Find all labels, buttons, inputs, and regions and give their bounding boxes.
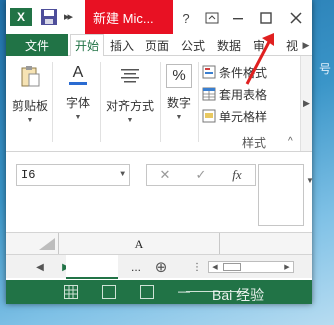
format-as-table-label: 套用表格 (219, 87, 268, 102)
minimize-icon (233, 18, 243, 20)
cell-styles-icon (202, 109, 216, 123)
help-button[interactable]: ? (176, 8, 196, 28)
excel-logo-icon[interactable]: X (10, 8, 32, 26)
format-table-icon (202, 87, 216, 101)
scroll-right-icon[interactable]: ▶ (282, 262, 292, 272)
number-label: 数字 (166, 96, 191, 110)
sheet-tabs-bar: ◀ ▶ ... ⊕ ⋮ ◀ ▶ (6, 254, 312, 279)
status-bar: — (6, 280, 312, 304)
group-divider (160, 62, 161, 142)
tab-page-layout[interactable]: 页面 (140, 34, 174, 56)
insert-function-icon[interactable]: fx (219, 167, 255, 183)
new-sheet-icon[interactable]: ⊕ (152, 259, 170, 276)
horizontal-scrollbar[interactable]: ◀ ▶ (208, 261, 294, 273)
chevron-down-icon[interactable]: ▼ (120, 170, 125, 179)
enter-icon[interactable]: ✓ (183, 167, 219, 183)
ribbon-display-icon (205, 12, 219, 24)
cancel-icon[interactable]: ✕ (147, 167, 183, 183)
tabs-scroll-right-icon[interactable]: ▶ (300, 34, 312, 56)
chevron-down-icon: ▼ (175, 114, 183, 121)
grid-icon (65, 286, 77, 298)
chevron-down-icon: ▼ (126, 117, 134, 124)
conditional-formatting-label: 条件格式 (219, 65, 268, 80)
scroll-left-icon[interactable]: ◀ (210, 262, 220, 272)
ribbon: 剪贴板 ▼ A 字体 ▼ 对齐方式 ▼ % 数字 ▼ 条件格式 套用表格 单元格… (6, 56, 312, 152)
number-group[interactable]: % 数字 ▼ (162, 60, 196, 121)
expand-formula-bar-icon[interactable]: ▼ (306, 176, 314, 185)
title-bar: X ▸▸ 新建 Mic... ? (6, 0, 312, 34)
save-icon[interactable] (40, 8, 58, 26)
close-button[interactable] (286, 8, 306, 28)
tab-insert[interactable]: 插入 (106, 34, 138, 56)
cell-styles-button[interactable]: 单元格样 (202, 106, 267, 126)
cell-styles-label: 单元格样 (219, 109, 268, 124)
font-color-icon: A (65, 64, 91, 88)
clipboard-label: 剪贴板 (11, 99, 48, 113)
window-title: 新建 Mic... (85, 0, 173, 34)
percent-icon: % (166, 64, 192, 88)
scroll-sheets-left-icon[interactable]: ◀ (34, 259, 46, 275)
group-divider (198, 62, 199, 142)
watermark: Bai 经验 (212, 287, 265, 303)
column-header-row: A (6, 232, 312, 255)
format-as-table-button[interactable]: 套用表格 (202, 84, 267, 104)
ribbon-scroll-right-icon[interactable]: ▶ (300, 56, 312, 151)
minimize-button[interactable] (228, 8, 248, 28)
font-color-underline (69, 82, 87, 85)
formula-bar-area: I6 ▼ ✕ ✓ fx ▼ (6, 152, 314, 232)
active-sheet-tab[interactable] (66, 255, 118, 279)
clipboard-icon (21, 66, 40, 87)
maximize-button[interactable] (256, 8, 276, 28)
clipboard-group[interactable]: 剪贴板 ▼ (10, 60, 50, 124)
ribbon-tabs: 文件 开始 插入 页面 公式 数据 审 视 ▶ (6, 34, 312, 57)
chevron-down-icon: ▼ (26, 117, 34, 124)
select-all-corner[interactable] (38, 237, 56, 251)
conditional-formatting-icon (202, 65, 216, 79)
conditional-formatting-button[interactable]: 条件格式 (202, 62, 267, 82)
normal-view-icon[interactable] (64, 285, 78, 299)
font-symbol: A (72, 64, 84, 81)
more-sheets-button[interactable]: ... (128, 259, 144, 275)
quick-access-more-icon[interactable]: ▸▸ (64, 10, 73, 23)
font-label: 字体 (65, 96, 90, 110)
formula-input[interactable] (258, 164, 304, 226)
tab-data[interactable]: 数据 (212, 34, 246, 56)
ribbon-display-options-button[interactable] (202, 8, 222, 28)
close-icon (290, 12, 302, 24)
group-divider (52, 62, 53, 142)
styles-group-caption: 样式 (242, 136, 267, 150)
alignment-label: 对齐方式 (105, 99, 154, 113)
more-vert-icon[interactable]: ⋮ (192, 259, 202, 275)
collapse-ribbon-icon[interactable]: ^ (288, 136, 293, 147)
font-group[interactable]: A 字体 ▼ (58, 60, 98, 121)
column-header-a[interactable]: A (58, 233, 220, 255)
tab-view[interactable]: 视 (284, 34, 300, 56)
page-break-view-icon[interactable] (140, 285, 154, 299)
tab-formulas[interactable]: 公式 (176, 34, 210, 56)
group-divider (100, 62, 101, 142)
scrollbar-thumb[interactable] (223, 263, 241, 271)
desktop-text: 号 (318, 62, 331, 76)
page-layout-view-icon[interactable] (102, 285, 116, 299)
tab-file[interactable]: 文件 (6, 34, 68, 56)
alignment-group[interactable]: 对齐方式 ▼ (102, 60, 158, 124)
name-box[interactable]: I6 ▼ (16, 164, 130, 186)
chevron-down-icon: ▼ (74, 114, 82, 121)
excel-window: X ▸▸ 新建 Mic... ? 文件 开始 插入 页面 公式 数据 审 视 ▶… (6, 0, 314, 304)
formula-buttons: ✕ ✓ fx (146, 164, 256, 186)
tab-review[interactable]: 审 (248, 34, 270, 56)
align-center-icon (121, 69, 139, 83)
tab-home[interactable]: 开始 (70, 34, 104, 57)
name-box-value: I6 (21, 168, 36, 182)
maximize-icon (260, 12, 272, 24)
